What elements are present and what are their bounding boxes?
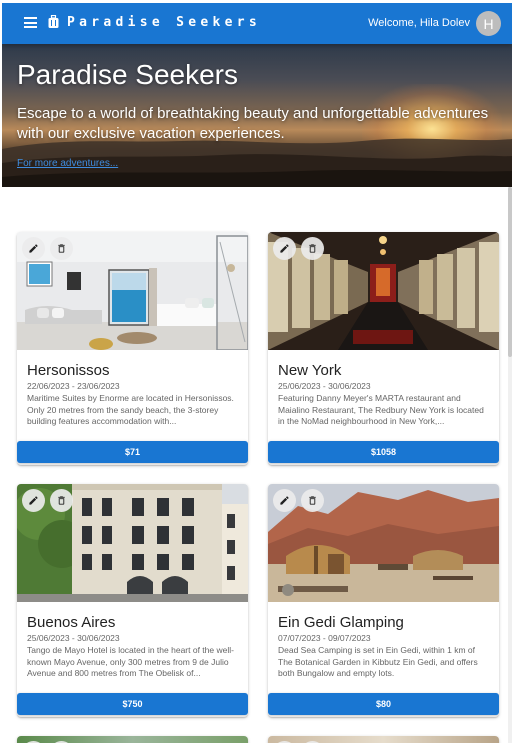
hero-title: Paradise Seekers xyxy=(17,59,239,90)
price-button[interactable]: $80 xyxy=(268,693,499,715)
vacation-destination: Hersonissos xyxy=(27,362,110,379)
more-adventures-link[interactable]: For more adventures... xyxy=(17,158,118,169)
trash-icon xyxy=(309,496,316,505)
app-window: Paradise Seekers Welcome, Hila Dolev H P… xyxy=(2,3,512,743)
pencil-icon xyxy=(29,244,38,253)
vacation-destination: New York xyxy=(278,362,342,379)
edit-button[interactable] xyxy=(22,489,45,512)
delete-button[interactable] xyxy=(50,489,73,512)
vacation-image xyxy=(17,736,248,743)
vacation-card: Hersonissos 22/06/2023 - 23/06/2023 Mari… xyxy=(17,232,248,465)
vacation-card: Ein Gedi Glamping 07/07/2023 - 09/07/202… xyxy=(268,484,499,717)
hero-banner: Paradise Seekers Escape to a world of br… xyxy=(2,44,512,187)
vacation-dates: 25/06/2023 - 30/06/2023 xyxy=(27,633,120,643)
delete-button[interactable] xyxy=(50,237,73,260)
vacation-card xyxy=(17,736,248,743)
menu-icon[interactable] xyxy=(24,17,37,28)
vacation-image xyxy=(268,736,499,743)
edit-button[interactable] xyxy=(22,237,45,260)
edit-button[interactable] xyxy=(273,489,296,512)
luggage-icon xyxy=(48,15,59,28)
trash-icon xyxy=(309,244,316,253)
price-button[interactable]: $1058 xyxy=(268,441,499,463)
app-title: Paradise Seekers xyxy=(67,15,262,30)
pencil-icon xyxy=(280,244,289,253)
price-button[interactable]: $750 xyxy=(17,693,248,715)
vacation-description: Maritime Suites by Enorme are located in… xyxy=(27,393,234,426)
trash-icon xyxy=(58,244,65,253)
trash-icon xyxy=(58,496,65,505)
vacation-card xyxy=(268,736,499,743)
avatar[interactable]: H xyxy=(476,11,501,36)
vacation-card: Buenos Aires 25/06/2023 - 30/06/2023 Tan… xyxy=(17,484,248,717)
hero-subtitle: Escape to a world of breathtaking beauty… xyxy=(17,105,489,142)
vacation-description: Dead Sea Camping is set in Ein Gedi, wit… xyxy=(278,645,478,678)
vacation-card: New York 25/06/2023 - 30/06/2023 Featuri… xyxy=(268,232,499,465)
delete-button[interactable] xyxy=(301,237,324,260)
pencil-icon xyxy=(29,496,38,505)
welcome-text: Welcome, Hila Dolev xyxy=(368,17,470,29)
vacation-destination: Ein Gedi Glamping xyxy=(278,614,404,631)
pencil-icon xyxy=(280,496,289,505)
price-button[interactable]: $71 xyxy=(17,441,248,463)
edit-button[interactable] xyxy=(273,237,296,260)
vacation-destination: Buenos Aires xyxy=(27,614,116,631)
app-bar: Paradise Seekers Welcome, Hila Dolev H xyxy=(2,3,512,44)
delete-button[interactable] xyxy=(301,489,324,512)
vacation-dates: 25/06/2023 - 30/06/2023 xyxy=(278,381,371,391)
vacation-dates: 22/06/2023 - 23/06/2023 xyxy=(27,381,120,391)
vacation-description: Featuring Danny Meyer's MARTA restaurant… xyxy=(278,393,484,426)
scrollbar-thumb[interactable] xyxy=(508,187,512,357)
vacation-dates: 07/07/2023 - 09/07/2023 xyxy=(278,633,371,643)
vacation-description: Tango de Mayo Hotel is located in the he… xyxy=(27,645,234,678)
